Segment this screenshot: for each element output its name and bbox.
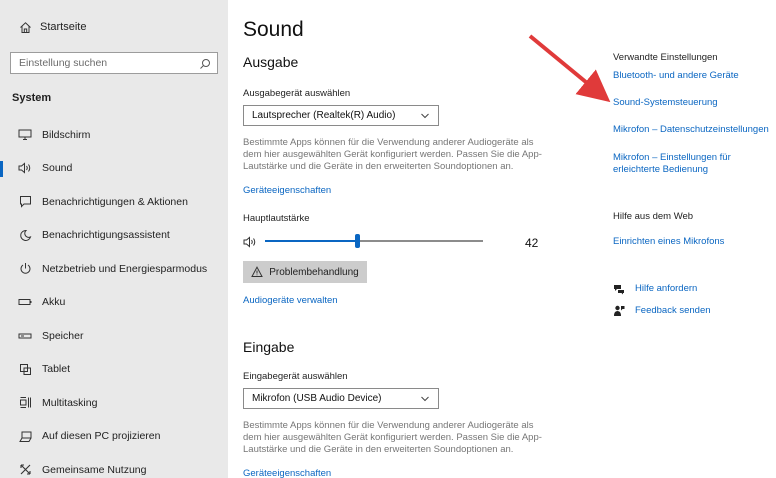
sidebar-item-label: Tablet [42,363,71,376]
chevron-down-icon [420,111,430,121]
chevron-down-icon [420,394,430,404]
page-title: Sound [243,18,304,41]
sidebar-item-label: Bildschirm [42,128,91,141]
sidebar-item-benachrichtigungen[interactable]: Benachrichtigungen & Aktionen [0,185,228,219]
sidebar-item-multitasking[interactable]: Multitasking [0,386,228,420]
help-request-link[interactable]: Hilfe anfordern [635,283,697,295]
related-link-mic-privacy[interactable]: Mikrofon – Datenschutzeinstellungen [613,124,769,136]
multitasking-icon [18,396,32,410]
section-title: System [12,92,52,104]
web-help-title: Hilfe aus dem Web [613,211,694,222]
volume-track[interactable] [265,234,483,248]
sidebar-item-projizieren[interactable]: Auf diesen PC projizieren [0,420,228,454]
home-label: Startseite [40,21,87,33]
power-icon [18,262,32,276]
moon-icon [18,228,32,242]
troubleshoot-label: Problembehandlung [269,266,359,278]
web-help-link-mic[interactable]: Einrichten eines Mikrofons [613,236,724,248]
search-box[interactable] [10,52,218,74]
speaker-icon [18,161,32,175]
sidebar-item-tablet[interactable]: Tablet [0,353,228,387]
volume-value: 42 [525,236,539,250]
storage-icon [18,329,32,343]
output-properties-link[interactable]: Geräteeigenschaften [243,185,331,196]
sidebar-item-label: Speicher [42,329,84,342]
related-title: Verwandte Einstellungen [613,52,718,63]
output-device-dropdown[interactable]: Lautsprecher (Realtek(R) Audio) [243,105,439,126]
sidebar: Startseite System Bildschirm Sound Benac… [0,0,228,478]
input-device-dropdown[interactable]: Mikrofon (USB Audio Device) [243,388,439,409]
related-link-sound-control-panel[interactable]: Sound-Systemsteuerung [613,97,718,109]
sidebar-item-netzbetrieb[interactable]: Netzbetrieb und Energiesparmodus [0,252,228,286]
related-link-mic-accessibility[interactable]: Mikrofon – Einstellungen für erleichtert… [613,152,743,176]
search-icon[interactable] [199,57,211,69]
output-description: Bestimmte Apps können für die Verwendung… [243,137,542,172]
sidebar-item-label: Sound [42,162,73,175]
volume-thumb[interactable] [355,234,360,248]
related-settings-panel: Verwandte Einstellungen Bluetooth- und a… [613,0,776,478]
sidebar-nav: Bildschirm Sound Benachrichtigungen & Ak… [0,118,228,478]
output-heading: Ausgabe [243,54,299,70]
home-icon [18,20,32,34]
sidebar-item-label: Multitasking [42,396,98,409]
input-device-label: Eingabegerät auswählen [243,371,348,382]
output-device-label: Ausgabegerät auswählen [243,88,351,99]
output-device-value: Lautsprecher (Realtek(R) Audio) [252,110,396,121]
sidebar-item-sound[interactable]: Sound [0,152,228,186]
sidebar-item-speicher[interactable]: Speicher [0,319,228,353]
feedback-icon [613,304,625,316]
input-description: Bestimmte Apps können für die Verwendung… [243,420,542,455]
sidebar-item-bildschirm[interactable]: Bildschirm [0,118,228,152]
input-properties-link[interactable]: Geräteeigenschaften [243,468,331,478]
sidebar-item-akku[interactable]: Akku [0,286,228,320]
volume-label: Hauptlautstärke [243,213,310,224]
sidebar-item-label: Auf diesen PC projizieren [42,430,161,443]
sidebar-item-benachrichtigungsassistent[interactable]: Benachrichtigungsassistent [0,219,228,253]
message-icon [18,195,32,209]
help-chat-icon [613,282,625,295]
sidebar-item-label: Netzbetrieb und Energiesparmodus [42,262,208,275]
annotation-arrow-icon [528,34,611,103]
home-link[interactable]: Startseite [18,20,86,34]
tablet-icon [18,362,32,376]
volume-slider[interactable] [243,233,543,249]
input-heading: Eingabe [243,339,295,355]
monitor-icon [18,128,32,142]
sidebar-item-gemeinsame-nutzung[interactable]: Gemeinsame Nutzung [0,453,228,478]
sidebar-item-label: Gemeinsame Nutzung [42,463,147,476]
related-link-bluetooth[interactable]: Bluetooth- und andere Geräte [613,70,739,82]
sidebar-item-label: Benachrichtigungen & Aktionen [42,195,188,208]
warning-icon [251,266,264,278]
manage-audio-devices-link[interactable]: Audiogeräte verwalten [243,295,338,306]
battery-icon [18,295,32,309]
volume-fill [265,240,357,242]
sidebar-item-label: Akku [42,296,66,309]
share-icon [18,463,32,477]
search-input[interactable] [11,53,191,73]
speaker-icon [243,235,257,248]
troubleshoot-button[interactable]: Problembehandlung [243,261,367,283]
project-icon [18,429,32,443]
sidebar-item-label: Benachrichtigungsassistent [42,229,170,242]
input-device-value: Mikrofon (USB Audio Device) [252,393,382,404]
feedback-link[interactable]: Feedback senden [635,305,711,317]
